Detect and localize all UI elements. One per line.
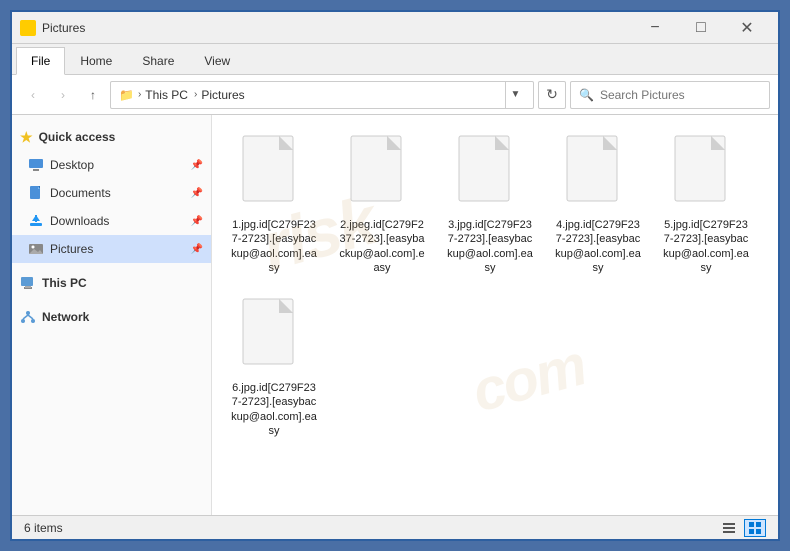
file-name-6: 6.jpg.id[C279F237-2723].[easybackup@aol.… xyxy=(231,381,317,438)
sidebar-documents-label: Documents xyxy=(50,186,111,200)
address-box[interactable]: 📁 › This PC › Pictures ▼ xyxy=(110,81,534,109)
this-pc-icon xyxy=(20,275,36,291)
path-thispc: This PC xyxy=(145,88,188,102)
tab-home[interactable]: Home xyxy=(65,46,127,74)
minimize-button[interactable]: − xyxy=(632,12,678,44)
file-item-4[interactable]: 4.jpg.id[C279F237-2723].[easybackup@aol.… xyxy=(548,127,648,282)
search-box[interactable]: 🔍 xyxy=(570,81,770,109)
file-area: risk com 1.jpg.id[C279F237-2723].[easyba… xyxy=(212,115,778,515)
file-icon-5 xyxy=(671,134,741,214)
refresh-button[interactable]: ↻ xyxy=(538,81,566,109)
this-pc-label: This PC xyxy=(42,276,87,290)
pin-icon-pictures: 📌 xyxy=(191,244,203,255)
file-item-5[interactable]: 5.jpg.id[C279F237-2723].[easybackup@aol.… xyxy=(656,127,756,282)
file-name-3: 3.jpg.id[C279F237-2723].[easybackup@aol.… xyxy=(447,218,533,275)
path-pictures: Pictures xyxy=(201,88,244,102)
downloads-icon xyxy=(28,213,44,229)
file-icon-6 xyxy=(239,297,309,377)
sidebar-pictures-label: Pictures xyxy=(50,242,93,256)
sidebar-network[interactable]: Network xyxy=(12,303,211,331)
up-button[interactable]: ↑ xyxy=(80,82,106,108)
search-input[interactable] xyxy=(600,88,761,102)
path-separator-1: › xyxy=(138,89,141,100)
sidebar-desktop-label: Desktop xyxy=(50,158,94,172)
tab-view[interactable]: View xyxy=(189,46,245,74)
tab-share[interactable]: Share xyxy=(127,46,189,74)
file-item-3[interactable]: 3.jpg.id[C279F237-2723].[easybackup@aol.… xyxy=(440,127,540,282)
file-name-2: 2.jpeg.id[C279F237-2723].[easybackup@aol… xyxy=(339,218,425,275)
forward-button[interactable]: › xyxy=(50,82,76,108)
sidebar-item-downloads[interactable]: Downloads 📌 xyxy=(12,207,211,235)
maximize-button[interactable]: □ xyxy=(678,12,724,44)
quick-access-label: Quick access xyxy=(39,130,116,144)
view-buttons xyxy=(718,519,766,537)
address-dropdown[interactable]: ▼ xyxy=(505,81,525,109)
pin-icon-downloads: 📌 xyxy=(191,216,203,227)
star-icon: ★ xyxy=(20,129,33,146)
search-icon: 🔍 xyxy=(579,88,594,102)
ribbon: File Home Share View xyxy=(12,44,778,75)
back-button[interactable]: ‹ xyxy=(20,82,46,108)
sidebar-this-pc[interactable]: This PC xyxy=(12,269,211,297)
window-title: Pictures xyxy=(42,21,632,35)
pin-icon-desktop: 📌 xyxy=(191,160,203,171)
sidebar-quick-access: ★ Quick access xyxy=(12,123,211,151)
pin-icon-documents: 📌 xyxy=(191,188,203,199)
address-bar: ‹ › ↑ 📁 › This PC › Pictures ▼ ↻ 🔍 xyxy=(12,75,778,115)
ribbon-tabs: File Home Share View xyxy=(12,44,778,74)
file-item-2[interactable]: 2.jpeg.id[C279F237-2723].[easybackup@aol… xyxy=(332,127,432,282)
address-path-start: 📁 xyxy=(119,88,134,102)
file-name-4: 4.jpg.id[C279F237-2723].[easybackup@aol.… xyxy=(555,218,641,275)
documents-icon xyxy=(28,185,44,201)
status-bar: 6 items xyxy=(12,515,778,539)
explorer-window: Pictures − □ ✕ File Home Share View ‹ › … xyxy=(10,10,780,541)
sidebar-downloads-label: Downloads xyxy=(50,214,109,228)
path-separator-2: › xyxy=(194,89,197,100)
main-content: ★ Quick access Desktop 📌 xyxy=(12,115,778,515)
tab-file[interactable]: File xyxy=(16,47,65,75)
item-count: 6 items xyxy=(24,521,63,535)
close-button[interactable]: ✕ xyxy=(724,12,770,44)
desktop-icon xyxy=(28,157,44,173)
file-name-5: 5.jpg.id[C279F237-2723].[easybackup@aol.… xyxy=(663,218,749,275)
file-icon-1 xyxy=(239,134,309,214)
window-icon xyxy=(20,20,36,36)
file-name-1: 1.jpg.id[C279F237-2723].[easybackup@aol.… xyxy=(231,218,317,275)
sidebar: ★ Quick access Desktop 📌 xyxy=(12,115,212,515)
network-label: Network xyxy=(42,310,89,324)
pictures-icon xyxy=(28,241,44,257)
file-icon-2 xyxy=(347,134,417,214)
sidebar-item-desktop[interactable]: Desktop 📌 xyxy=(12,151,211,179)
file-item-1[interactable]: 1.jpg.id[C279F237-2723].[easybackup@aol.… xyxy=(224,127,324,282)
file-icon-4 xyxy=(563,134,633,214)
sidebar-item-documents[interactable]: Documents 📌 xyxy=(12,179,211,207)
watermark-2: com xyxy=(465,331,592,425)
file-icon-3 xyxy=(455,134,525,214)
sidebar-item-pictures[interactable]: Pictures 📌 xyxy=(12,235,211,263)
grid-view-button[interactable] xyxy=(744,519,766,537)
list-view-button[interactable] xyxy=(718,519,740,537)
title-bar: Pictures − □ ✕ xyxy=(12,12,778,44)
file-item-6[interactable]: 6.jpg.id[C279F237-2723].[easybackup@aol.… xyxy=(224,290,324,445)
network-icon xyxy=(20,309,36,325)
